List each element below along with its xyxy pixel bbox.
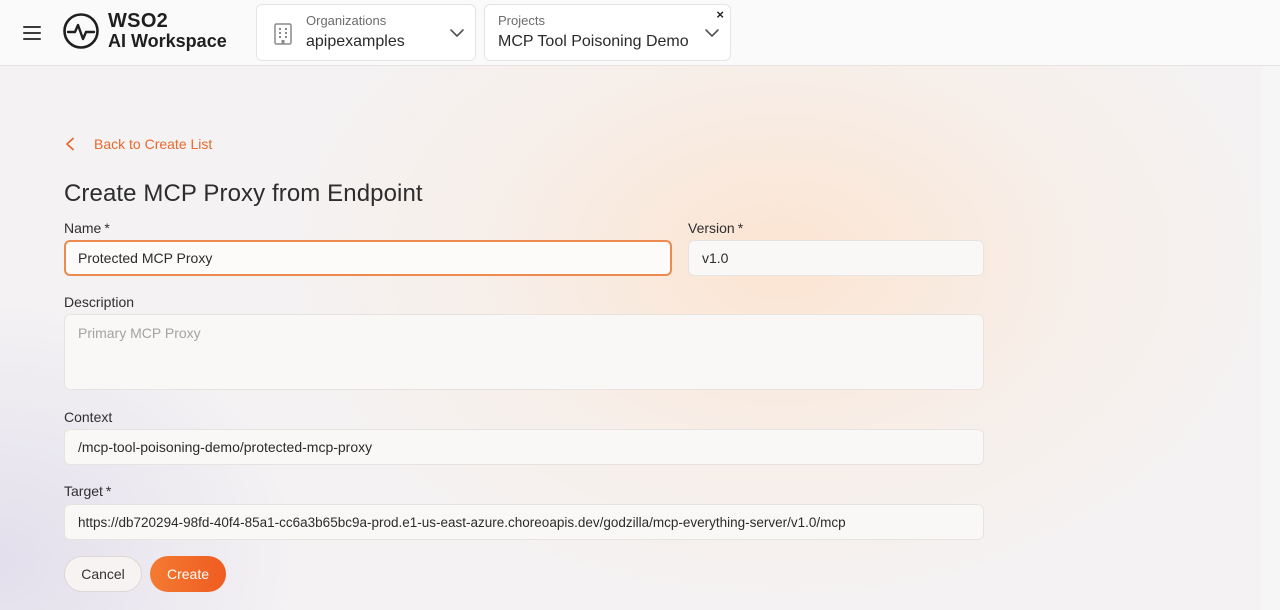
menu-icon[interactable] [22, 22, 42, 44]
back-link[interactable]: Back to Create List [64, 136, 212, 152]
version-input[interactable]: v1.0 [688, 240, 984, 276]
description-textarea[interactable]: Primary MCP Proxy [64, 314, 984, 390]
name-input[interactable]: Protected MCP Proxy [64, 240, 672, 276]
organization-selector[interactable]: Organizations apipexamples [256, 4, 476, 61]
chevron-down-icon [450, 29, 464, 37]
version-input-value: v1.0 [702, 250, 729, 266]
context-input-value: /mcp-tool-poisoning-demo/protected-mcp-p… [78, 439, 373, 455]
building-icon [274, 23, 292, 45]
project-label: Projects [498, 13, 545, 28]
name-input-value: Protected MCP Proxy [78, 250, 213, 266]
project-selector[interactable]: Projects MCP Tool Poisoning Demo × [484, 4, 731, 61]
description-placeholder: Primary MCP Proxy [78, 325, 201, 341]
target-input-value: https://db720294-98fd-40f4-85a1-cc6a3b65… [78, 514, 846, 530]
logo[interactable]: WSO2 AI Workspace [62, 11, 227, 51]
target-label-text: Target [64, 483, 103, 499]
logo-line-2: AI Workspace [108, 31, 227, 51]
top-bar: WSO2 AI Workspace Organizations apipexam… [0, 0, 1280, 66]
logo-line-1: WSO2 [108, 10, 169, 32]
target-input[interactable]: https://db720294-98fd-40f4-85a1-cc6a3b65… [64, 504, 984, 540]
name-label-text: Name [64, 220, 102, 236]
wso2-logo-icon [63, 13, 99, 49]
main-content: Back to Create List Create MCP Proxy fro… [0, 66, 1262, 610]
page-title: Create MCP Proxy from Endpoint [64, 180, 423, 207]
back-link-label: Back to Create List [94, 136, 213, 152]
scrollbar-track[interactable] [1262, 66, 1280, 610]
required-mark: * [104, 220, 110, 236]
organization-label: Organizations [306, 13, 387, 28]
name-label: Name * [64, 220, 110, 236]
version-label: Version * [688, 220, 743, 236]
close-icon[interactable]: × [716, 7, 724, 22]
required-mark: * [737, 220, 744, 236]
project-value: MCP Tool Poisoning Demo [498, 33, 689, 50]
version-label-text: Version [688, 220, 735, 236]
context-input[interactable]: /mcp-tool-poisoning-demo/protected-mcp-p… [64, 429, 984, 465]
description-label-text: Description [64, 294, 135, 310]
chevron-left-icon [66, 137, 74, 151]
create-button[interactable]: Create [150, 556, 226, 592]
context-label-text: Context [64, 409, 113, 425]
cancel-button[interactable]: Cancel [64, 556, 142, 592]
required-mark: * [105, 483, 112, 499]
chevron-down-icon [705, 29, 719, 37]
description-label: Description [64, 294, 134, 310]
context-label: Context [64, 409, 112, 425]
logo-text: WSO2 AI Workspace [108, 11, 227, 51]
target-label: Target * [64, 483, 111, 499]
organization-value: apipexamples [306, 33, 405, 50]
